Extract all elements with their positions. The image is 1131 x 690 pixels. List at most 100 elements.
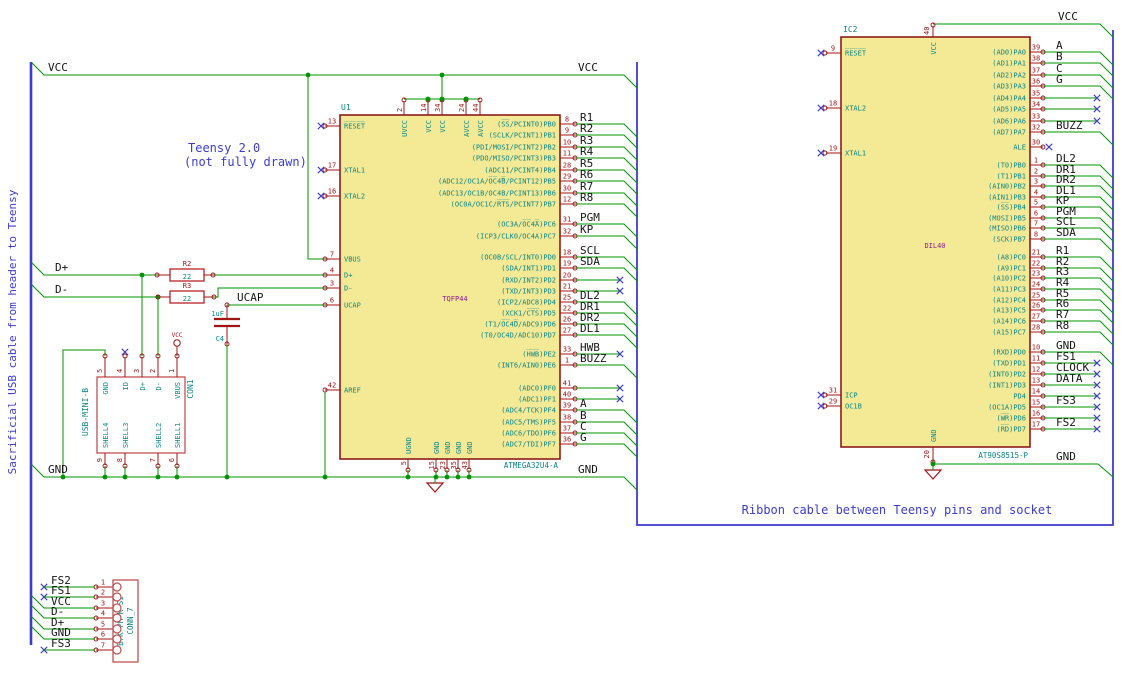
net-label[interactable]: G [580,431,587,444]
pin-number: 7 [330,251,334,259]
pin-number: 18 [563,249,571,257]
no-connect-icon [1045,143,1053,151]
schematic-svg: U1 TQFP44 ATMEGA32U4-A IC2 DIL40 AT90S85… [6,10,1114,663]
pin-number: 8 [565,116,569,124]
pin-name: (AD7)PA7 [992,129,1026,137]
pin-name: PD4 [1013,393,1026,401]
schematic-canvas[interactable]: U1 TQFP44 ATMEGA32U4-A IC2 DIL40 AT90S85… [0,0,1131,690]
net-label[interactable]: SDA [580,255,600,268]
pin-number: 9 [831,45,835,53]
net-label[interactable]: R8 [580,191,593,204]
pin-number: 40 [923,27,931,35]
net-label[interactable]: D- [55,283,68,296]
wire[interactable] [307,75,325,260]
pin-number: 27 [1032,313,1040,321]
pin-number: 18 [829,100,837,108]
wire[interactable] [933,23,1114,38]
net-label[interactable]: BUZZ [1056,119,1083,132]
net-label[interactable]: BUZZ [580,352,607,365]
pin-name: VCC [425,120,433,133]
wire[interactable] [1043,196,1114,211]
net-label[interactable]: DL1 [580,322,600,335]
net-label[interactable]: UCAP [237,291,264,304]
wire[interactable] [1043,267,1114,282]
pin-name: (OC3A/O̅C̅4̅A̅)PC6 [497,219,556,228]
ic2-ref: IC2 [843,25,858,34]
pin-name: (T0)PB0 [996,162,1026,170]
net-label[interactable]: DATA [1056,372,1083,385]
vcc-symbol [173,339,181,347]
wire[interactable] [575,364,638,379]
wire[interactable] [30,261,157,276]
pin-name: AVCC [477,120,485,137]
wire[interactable] [1043,85,1114,100]
ic2-part: AT90S8515-P [978,451,1028,460]
pin-number: 24 [1032,281,1040,289]
net-label[interactable]: VCC [578,61,598,74]
net-label[interactable]: VCC [1058,10,1078,23]
pin-number: 5 [96,369,104,373]
pin-name: (W̅R̅)PD6 [996,413,1026,422]
pin-name: VBUS [174,382,182,399]
pin-name: (SCK)PB7 [992,236,1026,244]
wire[interactable] [1043,131,1114,146]
pin-number: 2 [1034,168,1038,176]
wire[interactable] [30,61,638,89]
wire[interactable] [1043,217,1114,232]
pin-number: 41 [563,380,571,388]
pin-number: 44 [472,104,480,112]
pin-name: VCC [930,42,938,55]
pin-number: 20 [923,450,931,458]
pin-name: (XCK1/C̅T̅S̅)PD5 [501,308,556,317]
net-label[interactable]: R8 [1056,319,1069,332]
pin-number: 4 [101,610,105,618]
net-label[interactable]: GND [578,463,598,476]
pin-number: 37 [1032,67,1040,75]
wire[interactable] [214,287,325,298]
pin-number: 12 [1032,366,1040,374]
pin-number: 6 [168,458,176,462]
pin-number: 5 [400,461,408,465]
pin-number: 17 [1032,421,1040,429]
pin-number: 11 [563,150,571,158]
net-label[interactable]: D+ [55,261,69,274]
net-label[interactable]: KP [580,223,594,236]
net-label[interactable]: VCC [48,61,68,74]
wire[interactable] [1043,175,1114,190]
pin-number: 21 [1032,249,1040,257]
pin-name: (MISO)PB6 [988,225,1026,233]
net-label[interactable]: G [1056,73,1063,86]
wire[interactable] [1043,299,1114,314]
wire[interactable] [575,267,638,282]
pin-number: 14 [1032,388,1040,396]
wire[interactable] [1043,62,1114,77]
pin-name: (T1)PB1 [996,173,1026,181]
wire[interactable] [575,443,638,458]
r3-ref: R3 [183,282,191,290]
net-label[interactable]: SDA [1056,226,1076,239]
wire[interactable] [1043,238,1114,253]
pin-name: GND [466,441,474,454]
c4-ref: C4 [216,335,224,343]
wire[interactable] [30,283,158,298]
wire[interactable] [1043,331,1114,346]
net-label[interactable]: GND [48,463,68,476]
pin-name: (A10)PC2 [992,275,1026,283]
pin-name: (RXD/INT2)PD2 [501,277,556,285]
pin-number: 16 [1032,410,1040,418]
net-label[interactable]: FS2 [1056,416,1076,429]
pin-number: 28 [1032,324,1040,332]
pin-number: 3 [330,280,334,288]
pin-number: 29 [563,173,571,181]
net-label[interactable]: GND [1056,450,1076,463]
pin-number: 30 [563,185,571,193]
pin-name: (ADC1)PF1 [518,396,556,404]
pin-name: GND [455,441,463,454]
net-label[interactable]: FS3 [1056,394,1076,407]
pin-number: 1 [101,579,105,587]
wire[interactable] [932,463,1114,478]
pin-number: 4 [116,369,124,373]
junction-dot [322,474,328,480]
net-label[interactable]: FS3 [51,637,71,650]
pin-name: VCC [439,120,447,133]
